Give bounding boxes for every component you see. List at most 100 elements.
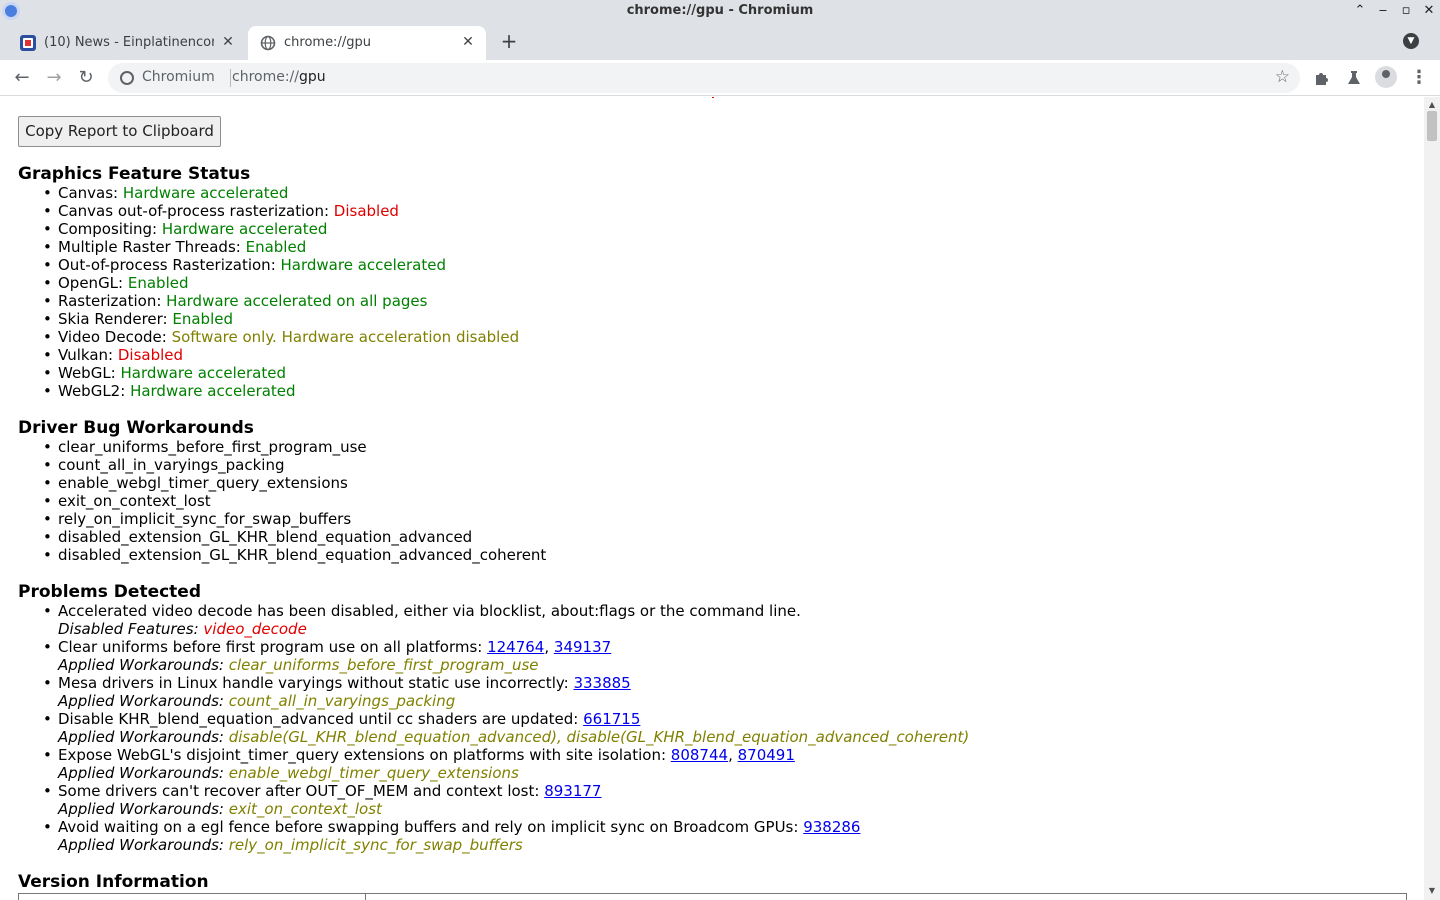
section-heading: Problems Detected xyxy=(18,582,201,602)
bug-link[interactable]: 124764 xyxy=(487,638,544,656)
copy-report-button[interactable]: Copy Report to Clipboard xyxy=(18,116,221,147)
problem-sub-value: count_all_in_varyings_packing xyxy=(228,692,456,710)
feature-name: Canvas: xyxy=(58,184,123,202)
feature-status-value: Software only. Hardware acceleration dis… xyxy=(171,328,520,346)
problem-text: Avoid waiting on a egl fence before swap… xyxy=(58,818,804,836)
scroll-down-arrow-icon[interactable]: ▼ xyxy=(1427,886,1437,896)
problem-sub-line: Applied Workarounds: clear_uniforms_befo… xyxy=(58,656,539,674)
red-marker xyxy=(712,97,714,98)
bug-link[interactable]: 893177 xyxy=(544,782,601,800)
url-host: gpu xyxy=(299,69,326,85)
minimize-icon[interactable]: ‒ xyxy=(1374,2,1392,20)
problem-sub-line: Disabled Features: video_decode xyxy=(58,620,307,638)
labs-flask-icon[interactable] xyxy=(1345,69,1363,87)
forward-arrow-icon[interactable]: → xyxy=(42,66,66,90)
tab-search-chevron-down-icon[interactable]: ▼ xyxy=(1403,33,1419,49)
scrollbar-thumb[interactable] xyxy=(1427,111,1437,141)
workaround-item: disabled_extension_GL_KHR_blend_equation… xyxy=(43,528,546,546)
problem-sub-line: Applied Workarounds: count_all_in_varyin… xyxy=(58,692,455,710)
problem-text: Expose WebGL's disjoint_timer_query exte… xyxy=(58,746,671,764)
problem-sub-label: Disabled Features: xyxy=(58,620,204,638)
bug-link[interactable]: 333885 xyxy=(573,674,630,692)
bug-link[interactable]: 661715 xyxy=(583,710,640,728)
problem-list: Accelerated video decode has been disabl… xyxy=(18,602,969,854)
more-menu-icon[interactable]: ⋮ xyxy=(1407,66,1431,90)
problem-sub-value: disable(GL_KHR_blend_equation_advanced_c… xyxy=(566,728,970,746)
url-text[interactable]: chrome://gpu xyxy=(232,69,326,85)
news-favicon-icon xyxy=(20,35,36,51)
feature-name: Multiple Raster Threads: xyxy=(58,238,246,256)
problem-sub-value: enable_webgl_timer_query_extensions xyxy=(228,764,519,782)
close-icon[interactable]: ✕ xyxy=(220,34,236,50)
close-window-icon[interactable]: ✕ xyxy=(1420,2,1438,20)
profile-avatar-icon[interactable] xyxy=(1375,66,1397,88)
extensions-puzzle-icon[interactable] xyxy=(1313,69,1331,87)
problems-detected-section: Problems Detected Accelerated video deco… xyxy=(18,582,969,854)
tab-news[interactable]: (10) News - Einplatinencom ✕ xyxy=(8,26,246,60)
feature-name: WebGL2: xyxy=(58,382,131,400)
bookmark-star-icon[interactable]: ☆ xyxy=(1275,67,1290,87)
problem-sub-value: exit_on_context_lost xyxy=(228,800,382,818)
problem-item: Disable KHR_blend_equation_advanced unti… xyxy=(43,710,970,746)
bug-link[interactable]: 808744 xyxy=(671,746,728,764)
problem-sub-value: clear_uniforms_before_first_program_use xyxy=(228,656,539,674)
driver-bug-workarounds-section: Driver Bug Workarounds clear_uniforms_be… xyxy=(18,418,546,564)
problem-sub-label: Applied Workarounds: xyxy=(58,656,229,674)
feature-status-item: WebGL2: Hardware accelerated xyxy=(43,382,519,400)
new-tab-plus-icon[interactable]: + xyxy=(498,30,520,52)
problem-text: Accelerated video decode has been disabl… xyxy=(58,602,801,620)
problem-sub-label: Applied Workarounds: xyxy=(58,800,229,818)
feature-status-value: Hardware accelerated xyxy=(280,256,447,274)
bug-link[interactable]: 349137 xyxy=(554,638,611,656)
feature-status-item: Skia Renderer: Enabled xyxy=(43,310,519,328)
scroll-up-arrow-icon[interactable]: ▲ xyxy=(1427,100,1437,110)
close-icon[interactable]: ✕ xyxy=(460,34,476,50)
bug-link[interactable]: 870491 xyxy=(738,746,795,764)
feature-status-item: Multiple Raster Threads: Enabled xyxy=(43,238,519,256)
workaround-item: enable_webgl_timer_query_extensions xyxy=(43,474,546,492)
feature-status-value: Hardware accelerated on all pages xyxy=(166,292,428,310)
back-arrow-icon[interactable]: ← xyxy=(10,66,34,90)
feature-status-list: Canvas: Hardware acceleratedCanvas out-o… xyxy=(18,184,519,400)
problem-item: Accelerated video decode has been disabl… xyxy=(43,602,969,638)
feature-status-item: Compositing: Hardware accelerated xyxy=(43,220,519,238)
problem-text: Some drivers can't recover after OUT_OF_… xyxy=(58,782,545,800)
problem-text: Mesa drivers in Linux handle varyings wi… xyxy=(58,674,574,692)
problem-item: Avoid waiting on a egl fence before swap… xyxy=(43,818,969,854)
page-scrollbar[interactable]: ▲ ▼ xyxy=(1424,97,1440,900)
url-scheme: chrome:// xyxy=(232,69,299,85)
reload-icon[interactable]: ↻ xyxy=(74,66,98,90)
problem-sub-label: Applied Workarounds: xyxy=(58,692,229,710)
feature-status-item: Vulkan: Disabled xyxy=(43,346,519,364)
feature-name: Out-of-process Rasterization: xyxy=(58,256,281,274)
feature-name: OpenGL: xyxy=(58,274,128,292)
feature-name: Rasterization: xyxy=(58,292,167,310)
bug-link[interactable]: 938286 xyxy=(803,818,860,836)
tab-gpu[interactable]: chrome://gpu ✕ xyxy=(248,26,486,60)
problem-item: Mesa drivers in Linux handle varyings wi… xyxy=(43,674,969,710)
feature-status-value: Disabled xyxy=(117,346,184,364)
maximize-icon[interactable]: ▫ xyxy=(1397,2,1415,20)
problem-sub-value: rely_on_implicit_sync_for_swap_buffers xyxy=(228,836,523,854)
window-title: chrome://gpu - Chromium xyxy=(626,3,814,18)
feature-status-value: Hardware accelerated xyxy=(130,382,296,400)
workaround-item: clear_uniforms_before_first_program_use xyxy=(43,438,546,456)
feature-name: Vulkan: xyxy=(58,346,118,364)
feature-status-value: Enabled xyxy=(127,274,189,292)
workaround-item: exit_on_context_lost xyxy=(43,492,546,510)
problem-sub-line: Applied Workarounds: exit_on_context_los… xyxy=(58,800,382,818)
problem-item: Expose WebGL's disjoint_timer_query exte… xyxy=(43,746,969,782)
page-content: Copy Report to Clipboard Graphics Featur… xyxy=(0,97,1424,900)
section-heading: Graphics Feature Status xyxy=(18,164,251,184)
version-table-value-cell xyxy=(367,894,369,900)
chevron-up-icon[interactable]: ⌃ xyxy=(1351,2,1369,20)
problem-text: Disable KHR_blend_equation_advanced unti… xyxy=(58,710,584,728)
workaround-item: rely_on_implicit_sync_for_swap_buffers xyxy=(43,510,546,528)
section-heading: Driver Bug Workarounds xyxy=(18,418,254,438)
address-bar[interactable]: Chromium chrome://gpu ☆ xyxy=(108,63,1300,93)
feature-name: Video Decode: xyxy=(58,328,172,346)
site-info-icon[interactable] xyxy=(120,71,134,85)
feature-status-item: Video Decode: Software only. Hardware ac… xyxy=(43,328,520,346)
feature-name: Compositing: xyxy=(58,220,162,238)
problem-sub-value: disable(GL_KHR_blend_equation_advanced) xyxy=(228,728,557,746)
